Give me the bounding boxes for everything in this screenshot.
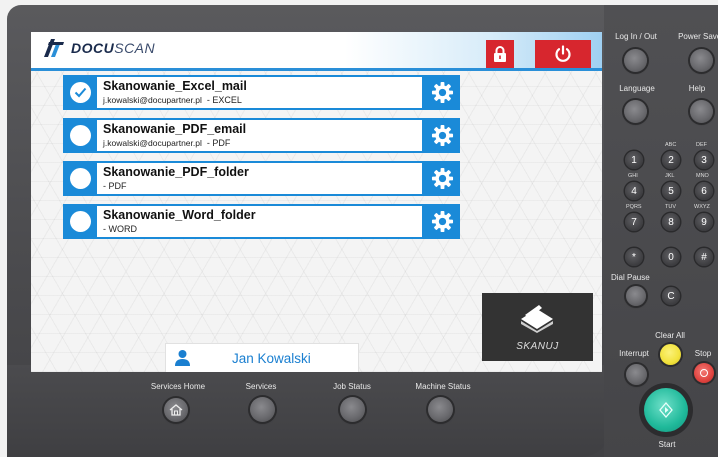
job-name: Skanowanie_PDF_email: [103, 122, 247, 136]
dial-pause-label: Dial Pause: [611, 273, 650, 282]
dial-pause-button[interactable]: [626, 286, 646, 306]
services-label: Services: [245, 382, 277, 391]
key-0[interactable]: 0: [662, 248, 680, 266]
interrupt-button[interactable]: [626, 364, 647, 385]
job-format: - WORD: [103, 224, 137, 234]
key-6[interactable]: 6: [695, 182, 713, 200]
job-name: Skanowanie_Excel_mail: [103, 79, 247, 93]
machine-status-button[interactable]: [428, 397, 453, 422]
bottom-control-strip: [7, 365, 611, 457]
checkmark-icon: [74, 87, 87, 98]
job-email: j.kowalski@docupartner.pl: [103, 138, 202, 148]
job-name: Skanowanie_Word_folder: [103, 208, 256, 222]
key-7[interactable]: 7: [625, 213, 643, 231]
brand-logo: DOCUSCAN: [43, 38, 155, 58]
key-2-letters: ABC: [665, 142, 677, 148]
help-label: Help: [688, 84, 706, 93]
key-clear[interactable]: C: [662, 287, 680, 305]
current-user[interactable]: Jan Kowalski: [165, 343, 359, 372]
key-7-letters: PQRS: [626, 204, 642, 210]
stop-label: Stop: [694, 349, 712, 358]
scan-button[interactable]: SKANUJ: [482, 293, 593, 361]
job-format: - PDF: [206, 138, 231, 148]
clear-all-label: Clear All: [655, 331, 685, 340]
job-details[interactable]: Skanowanie_Excel_mail j.kowalski@docupar…: [97, 77, 422, 108]
key-4[interactable]: 4: [625, 182, 643, 200]
login-button[interactable]: [624, 49, 647, 72]
job-select-radio[interactable]: [70, 82, 91, 103]
key-3-letters: DEF: [696, 142, 707, 148]
start-icon: [659, 402, 673, 418]
job-details[interactable]: Skanowanie_Word_folder - WORD: [97, 206, 422, 237]
power-button[interactable]: [535, 40, 591, 68]
gear-icon[interactable]: [431, 167, 454, 190]
job-select-radio[interactable]: [70, 168, 91, 189]
key-5-letters: JKL: [665, 173, 675, 179]
job-format: - EXCEL: [206, 95, 242, 105]
job-item-pdf-email[interactable]: Skanowanie_PDF_email j.kowalski@docupart…: [63, 118, 460, 153]
lock-icon: [494, 46, 506, 62]
start-label: Start: [658, 440, 676, 449]
job-item-pdf-folder[interactable]: Skanowanie_PDF_folder - PDF: [63, 161, 460, 196]
gear-icon[interactable]: [431, 124, 454, 147]
key-9[interactable]: 9: [695, 213, 713, 231]
key-5[interactable]: 5: [662, 182, 680, 200]
language-button[interactable]: [624, 100, 647, 123]
app-header: DOCUSCAN: [31, 32, 602, 71]
clear-all-button[interactable]: [660, 344, 681, 365]
job-item-excel-mail[interactable]: Skanowanie_Excel_mail j.kowalski@docupar…: [63, 75, 460, 110]
scan-button-label: SKANUJ: [516, 341, 559, 352]
machine-status-label: Machine Status: [415, 382, 471, 391]
job-email: j.kowalski@docupartner.pl: [103, 95, 202, 105]
power-saver-button[interactable]: [690, 49, 713, 72]
language-label: Language: [619, 84, 655, 93]
key-star[interactable]: *: [625, 248, 643, 266]
key-8[interactable]: 8: [662, 213, 680, 231]
home-icon: [169, 404, 183, 416]
job-select-radio[interactable]: [70, 211, 91, 232]
services-home-button[interactable]: [164, 398, 188, 422]
job-status-label: Job Status: [333, 382, 371, 391]
key-1[interactable]: 1: [625, 151, 643, 169]
job-item-word-folder[interactable]: Skanowanie_Word_folder - WORD: [63, 204, 460, 239]
job-details[interactable]: Skanowanie_PDF_folder - PDF: [97, 163, 422, 194]
job-status-button[interactable]: [340, 397, 365, 422]
gear-icon[interactable]: [431, 210, 454, 233]
key-4-letters: GHI: [628, 173, 638, 179]
start-button[interactable]: [644, 388, 688, 432]
key-hash[interactable]: #: [695, 248, 713, 266]
docuscan-logo-icon: [44, 39, 64, 57]
login-label: Log In / Out: [615, 32, 657, 41]
job-details[interactable]: Skanowanie_PDF_email j.kowalski@docupart…: [97, 120, 422, 151]
job-format: - PDF: [103, 181, 127, 191]
job-select-radio[interactable]: [70, 125, 91, 146]
help-button[interactable]: [690, 100, 713, 123]
user-name: Jan Kowalski: [232, 351, 311, 366]
key-8-letters: TUV: [665, 204, 676, 210]
lock-button[interactable]: [486, 40, 514, 68]
device-panel: DOCUSCAN Skanowanie_Excel_mail j.kowalsk…: [7, 5, 718, 457]
stop-icon: [700, 369, 708, 377]
power-icon: [555, 45, 571, 62]
interrupt-label: Interrupt: [619, 349, 649, 358]
key-3[interactable]: 3: [695, 151, 713, 169]
touch-screen: DOCUSCAN Skanowanie_Excel_mail j.kowalsk…: [31, 32, 602, 372]
scanner-icon: [521, 305, 553, 333]
gear-icon[interactable]: [431, 81, 454, 104]
brand-name-light: SCAN: [114, 40, 156, 56]
key-2[interactable]: 2: [662, 151, 680, 169]
brand-name-bold: DOCU: [71, 40, 115, 56]
job-name: Skanowanie_PDF_folder: [103, 165, 249, 179]
key-9-letters: WXYZ: [694, 204, 710, 210]
user-icon: [175, 350, 190, 366]
services-home-label: Services Home: [150, 382, 206, 391]
stop-button[interactable]: [694, 363, 714, 383]
key-6-letters: MNO: [696, 173, 709, 179]
power-saver-label: Power Saver: [678, 32, 718, 41]
services-button[interactable]: [250, 397, 275, 422]
